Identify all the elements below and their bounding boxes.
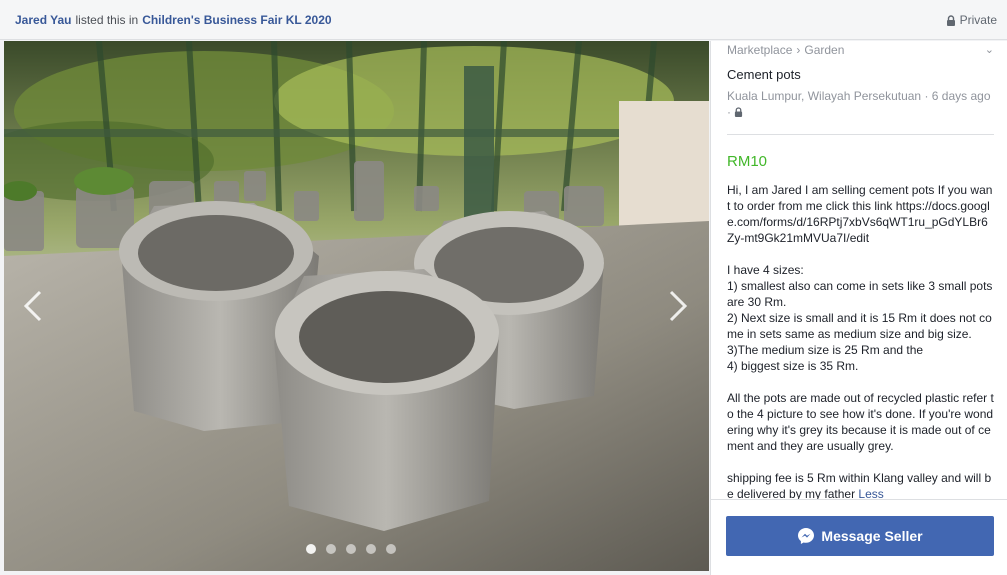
- message-seller-label: Message Seller: [821, 528, 923, 544]
- seller-name-link[interactable]: Jared Yau: [15, 13, 71, 27]
- listing-meta: Kuala Lumpur, Wilayah Persekutuan · 6 da…: [727, 89, 991, 119]
- breadcrumb-separator: ›: [796, 43, 801, 57]
- chevron-right-icon: [669, 290, 688, 322]
- group-name-link[interactable]: Children's Business Fair KL 2020: [142, 13, 331, 27]
- messenger-icon: [798, 528, 815, 544]
- chevron-left-icon: [23, 290, 42, 322]
- listed-text: listed this in: [75, 12, 139, 27]
- previous-photo-button[interactable]: [18, 286, 48, 326]
- next-photo-button[interactable]: [663, 286, 693, 326]
- listing-time: 6 days ago: [931, 89, 991, 103]
- breadcrumb-item-marketplace[interactable]: Marketplace: [727, 43, 792, 57]
- listing-price: RM10: [727, 153, 768, 170]
- privacy-label: Private: [959, 13, 997, 27]
- listing-description: Hi, I am Jared I am selling cement pots …: [727, 182, 994, 499]
- listing-location[interactable]: Kuala Lumpur, Wilayah Persekutuan: [727, 89, 921, 103]
- photo-dot[interactable]: [366, 544, 376, 554]
- listing-title: Cement pots: [727, 67, 801, 82]
- post-header: Jared Yau listed this in Children's Busi…: [0, 0, 1007, 40]
- chevron-down-icon[interactable]: ⌄: [985, 43, 994, 56]
- listing-description-text: Hi, I am Jared I am selling cement pots …: [727, 183, 994, 499]
- lock-icon: [735, 107, 743, 117]
- photo-dot[interactable]: [326, 544, 336, 554]
- message-seller-button[interactable]: Message Seller: [726, 516, 994, 556]
- photo-dot[interactable]: [306, 544, 316, 554]
- privacy-indicator: Private: [946, 13, 997, 27]
- photo-dot[interactable]: [346, 544, 356, 554]
- cement-pots-photo: [4, 41, 709, 571]
- lock-icon: [946, 14, 955, 26]
- listing-photo[interactable]: [4, 41, 709, 571]
- breadcrumb: Marketplace › Garden: [727, 43, 994, 57]
- listing-actions: Message Seller: [711, 499, 1007, 575]
- photo-dot[interactable]: [386, 544, 396, 554]
- photo-pagination: [306, 544, 396, 554]
- listing-details-scroll[interactable]: Marketplace › Garden ⌄ Cement pots Kuala…: [711, 41, 1007, 499]
- divider: [727, 134, 994, 135]
- less-link[interactable]: Less: [858, 487, 883, 499]
- breadcrumb-item-garden[interactable]: Garden: [804, 43, 844, 57]
- listing-details-panel: Marketplace › Garden ⌄ Cement pots Kuala…: [710, 41, 1007, 575]
